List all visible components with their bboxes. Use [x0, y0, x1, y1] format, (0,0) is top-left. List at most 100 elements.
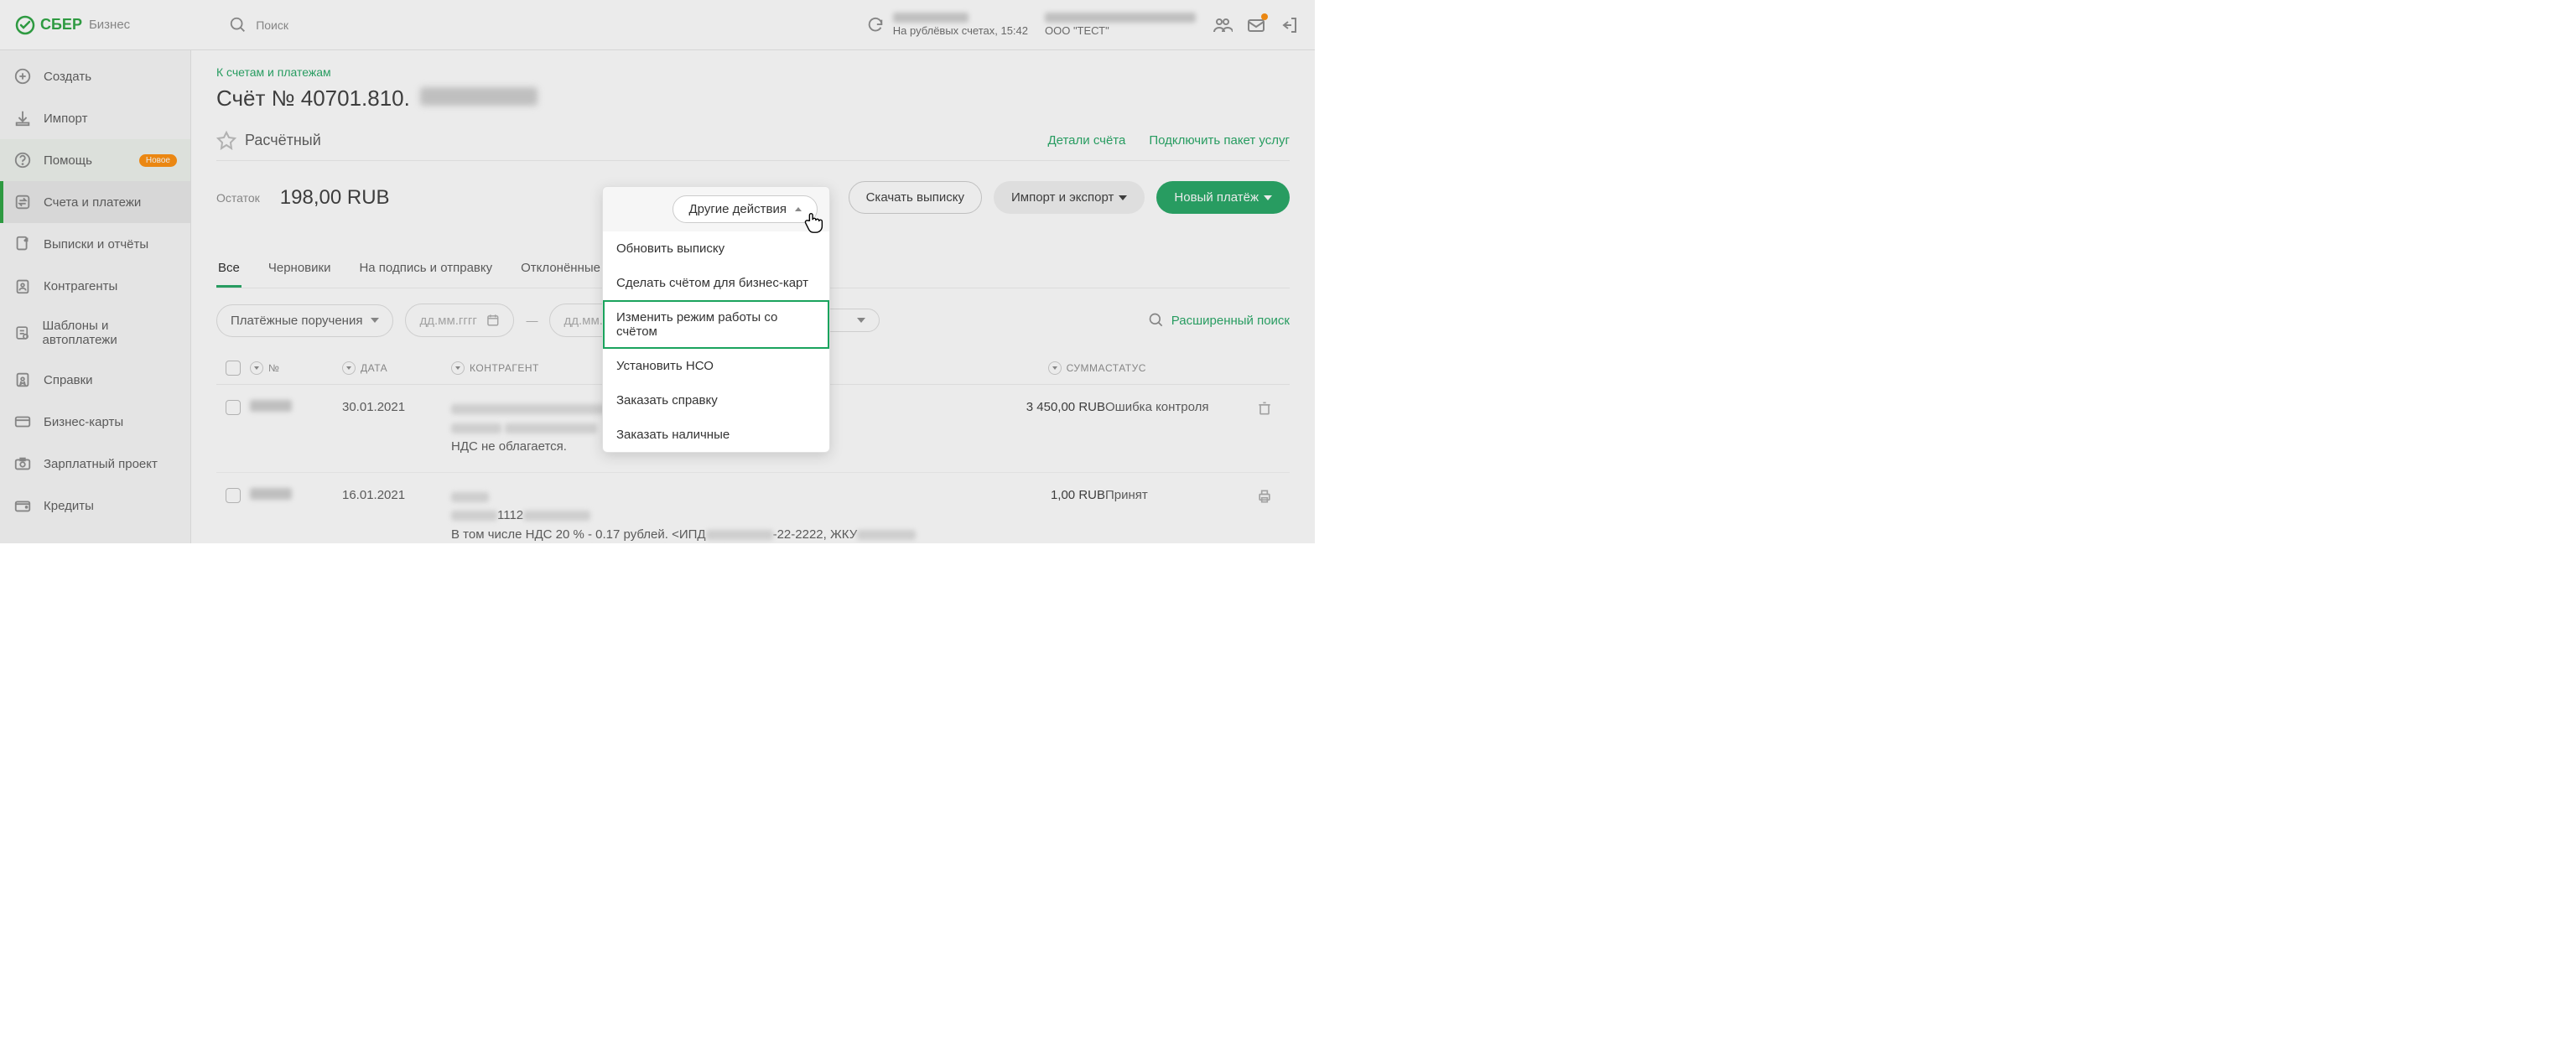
wallet-icon: [13, 496, 32, 515]
sidebar-item-counterparties[interactable]: Контрагенты: [0, 265, 190, 307]
refresh-icon: [866, 16, 885, 34]
cert-icon: [13, 371, 32, 389]
col-header-sum: СУММА: [1067, 362, 1105, 374]
sidebar-item-label: Создать: [44, 70, 91, 84]
sidebar-item-statements[interactable]: Выписки и отчёты: [0, 223, 190, 265]
dropdown-item-refresh-statement[interactable]: Обновить выписку: [603, 231, 829, 266]
logo[interactable]: СБЕР Бизнес: [15, 15, 130, 35]
refresh-block[interactable]: На рублёвых счетах, 15:42: [866, 13, 1028, 37]
table-row[interactable]: 16.01.2021 1112 В том числе НДС 20 % - 0…: [216, 473, 1290, 544]
row-print-button[interactable]: [1256, 488, 1290, 508]
question-icon: [13, 151, 32, 169]
search-icon: [1148, 312, 1165, 329]
sidebar-item-templates[interactable]: Шаблоны и автоплатежи: [0, 307, 190, 359]
sort-icon[interactable]: [342, 361, 356, 375]
sidebar-item-cards[interactable]: Бизнес-карты: [0, 401, 190, 443]
tab-drafts[interactable]: Черновики: [267, 251, 333, 288]
sidebar-item-loans[interactable]: Кредиты: [0, 485, 190, 527]
sidebar-item-certificates[interactable]: Справки: [0, 359, 190, 401]
download-statement-button[interactable]: Скачать выписку: [849, 181, 982, 214]
sidebar-item-label: Шаблоны и автоплатежи: [43, 319, 178, 347]
row-date: 16.01.2021: [342, 488, 451, 502]
sidebar-item-label: Справки: [44, 373, 93, 387]
balance-label: Остаток: [216, 191, 260, 205]
org-switcher[interactable]: ООО "ТЕСТ": [1045, 13, 1196, 37]
row-checkbox[interactable]: [226, 488, 241, 503]
sidebar-item-label: Бизнес-карты: [44, 415, 123, 429]
chevron-down-icon: [371, 318, 379, 323]
sidebar-item-label: Кредиты: [44, 499, 94, 513]
sidebar-item-accounts[interactable]: Счета и платежи: [0, 181, 190, 223]
doc-number-blurred: [250, 400, 292, 412]
trash-icon: [1256, 400, 1273, 417]
search-input[interactable]: Поиск: [229, 16, 288, 34]
exchange-icon: [13, 193, 32, 211]
sort-icon[interactable]: [451, 361, 465, 375]
row-date: 30.01.2021: [342, 400, 451, 414]
row-status: Принят: [1105, 488, 1256, 502]
col-header-status: СТАТУС: [1105, 362, 1146, 374]
sort-icon[interactable]: [250, 361, 263, 375]
row-delete-button[interactable]: [1256, 400, 1290, 420]
doc-type-select[interactable]: Платёжные поручения: [216, 304, 393, 337]
package-link[interactable]: Подключить пакет услуг: [1149, 133, 1290, 148]
details-link[interactable]: Детали счёта: [1047, 133, 1125, 148]
new-badge: Новое: [139, 154, 177, 167]
search-icon: [229, 16, 247, 34]
other-actions-dropdown: Другие действия Обновить выписку Сделать…: [602, 186, 830, 453]
sort-icon[interactable]: [1048, 361, 1062, 375]
calendar-icon: [486, 313, 501, 328]
advanced-search-link[interactable]: Расширенный поиск: [1148, 312, 1290, 329]
col-header-date: ДАТА: [361, 362, 387, 374]
users-icon: [13, 277, 32, 295]
chevron-down-icon: [857, 318, 865, 323]
new-payment-button[interactable]: Новый платёж: [1156, 181, 1290, 214]
row-checkbox[interactable]: [226, 400, 241, 415]
other-actions-button[interactable]: Другие действия: [673, 195, 818, 223]
dropdown-item-set-nso[interactable]: Установить НСО: [603, 349, 829, 383]
dropdown-item-order-cash[interactable]: Заказать наличные: [603, 418, 829, 452]
chevron-down-icon: [1264, 195, 1272, 200]
logout-icon[interactable]: [1280, 15, 1300, 35]
tab-to-sign[interactable]: На подпись и отправку: [357, 251, 494, 288]
tab-all[interactable]: Все: [216, 251, 242, 288]
search-placeholder: Поиск: [256, 18, 288, 32]
import-export-button[interactable]: Импорт и экспорт: [994, 181, 1145, 214]
app-header: СБЕР Бизнес Поиск На рублёвых счетах, 15…: [0, 0, 1315, 50]
mail-icon[interactable]: [1246, 15, 1266, 35]
sidebar-item-import[interactable]: Импорт: [0, 97, 190, 139]
favorite-star-icon[interactable]: [216, 130, 236, 150]
refresh-time-label: На рублёвых счетах, 15:42: [893, 24, 1028, 37]
user-name-blurred: [1045, 13, 1196, 23]
select-all-checkbox[interactable]: [226, 361, 241, 376]
row-sum: 1,00 RUB: [937, 488, 1105, 502]
contacts-icon[interactable]: [1213, 15, 1233, 35]
dropdown-item-change-mode[interactable]: Изменить режим работы со счётом: [603, 300, 829, 349]
account-type-label: Расчётный: [245, 132, 321, 149]
doc-out-icon: [13, 235, 32, 253]
date-separator: —: [526, 314, 538, 327]
sidebar-item-salary[interactable]: Зарплатный проект: [0, 443, 190, 485]
balance-value: 198,00 RUB: [280, 186, 390, 210]
tab-rejected[interactable]: Отклонённые: [519, 251, 602, 288]
camera-icon: [13, 454, 32, 473]
sidebar: Создать Импорт Помощь Новое Счета и плат…: [0, 50, 191, 543]
card-icon: [13, 413, 32, 431]
logo-text: СБЕР: [40, 16, 82, 34]
back-link[interactable]: К счетам и платежам: [216, 65, 1290, 79]
plus-circle-icon: [13, 67, 32, 86]
row-sum: 3 450,00 RUB: [937, 400, 1105, 414]
dropdown-item-order-certificate[interactable]: Заказать справку: [603, 383, 829, 418]
sidebar-item-label: Помощь: [44, 153, 92, 168]
row-counterparty: 1112 В том числе НДС 20 % - 0.17 рублей.…: [451, 488, 937, 544]
sidebar-item-label: Импорт: [44, 112, 87, 126]
dropdown-item-make-card-account[interactable]: Сделать счётом для бизнес-карт: [603, 266, 829, 300]
page-title: Счёт № 40701.810.: [216, 86, 1290, 112]
sidebar-item-create[interactable]: Создать: [0, 55, 190, 97]
sidebar-item-help[interactable]: Помощь Новое: [0, 139, 190, 181]
chevron-up-icon: [795, 207, 802, 211]
date-from-input[interactable]: дд.мм.гггг: [405, 304, 514, 337]
doc-number-blurred: [250, 488, 292, 500]
sidebar-item-label: Выписки и отчёты: [44, 237, 148, 252]
printer-icon: [1256, 488, 1273, 505]
